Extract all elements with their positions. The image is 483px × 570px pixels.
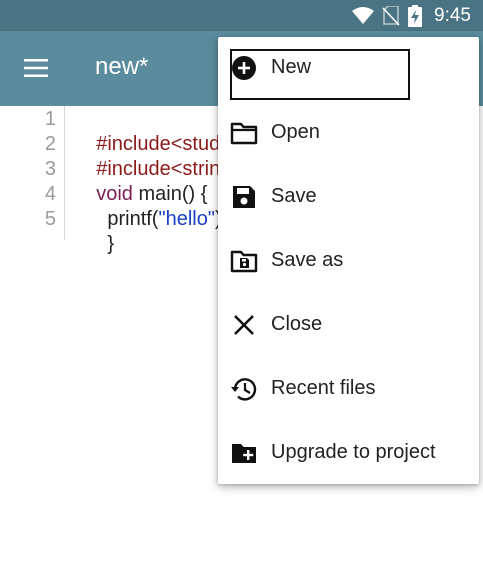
- no-sim-icon: [382, 5, 400, 26]
- page-title: new*: [95, 53, 149, 80]
- line-number: 4: [44, 183, 56, 205]
- code-token: "hello": [158, 208, 215, 230]
- menu-item-save-as[interactable]: Save as: [218, 229, 479, 293]
- menu-item-save[interactable]: Save: [218, 165, 479, 229]
- menu-item-label: New: [271, 56, 312, 78]
- menu-item-close[interactable]: Close: [218, 293, 479, 357]
- menu-item-recent-files[interactable]: Recent files: [218, 357, 479, 421]
- menu-item-upgrade-to-project[interactable]: Upgrade to project: [218, 421, 479, 485]
- menu-item-label: Upgrade to project: [271, 441, 436, 463]
- wifi-icon: [352, 6, 375, 25]
- menu-item-label: Open: [271, 121, 320, 143]
- battery-charging-icon: [408, 4, 423, 27]
- line-number-gutter: 1 2 3 4 5: [0, 106, 65, 240]
- add-circle-icon: [230, 55, 258, 83]
- hamburger-menu-icon[interactable]: [22, 56, 50, 80]
- menu-item-label: Recent files: [271, 377, 376, 399]
- close-icon: [230, 311, 258, 339]
- menu-item-label: Save as: [271, 249, 344, 271]
- menu-item-open[interactable]: Open: [218, 101, 479, 165]
- overflow-menu: New Open Save Save as Close Recent files…: [218, 37, 479, 484]
- folder-open-icon: [230, 119, 258, 147]
- line-number: 5: [44, 208, 56, 230]
- code-token: }: [96, 233, 115, 255]
- line-number: 3: [44, 158, 56, 180]
- save-icon: [230, 183, 258, 211]
- line-number: 1: [44, 108, 56, 130]
- folder-add-icon: [230, 439, 258, 467]
- history-icon: [230, 375, 258, 403]
- menu-item-label: Save: [271, 185, 317, 207]
- status-time: 9:45: [434, 4, 471, 26]
- line-number: 2: [44, 133, 56, 155]
- menu-item-label: Close: [271, 313, 323, 335]
- save-as-folder-icon: [230, 247, 258, 275]
- menu-item-new[interactable]: New: [218, 37, 479, 101]
- status-bar: 9:45: [0, 0, 483, 31]
- code-line[interactable]: }: [74, 207, 114, 282]
